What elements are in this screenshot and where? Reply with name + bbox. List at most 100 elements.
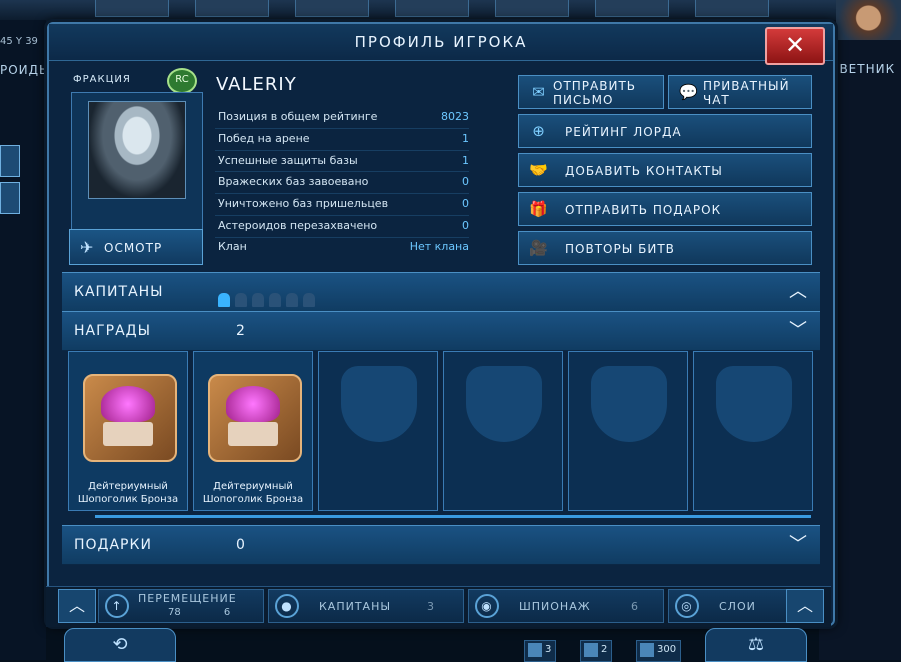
fighter-resource-icon [640, 643, 654, 657]
chevron-up-icon[interactable]: ︿ [58, 589, 96, 623]
drone-resource-icon [584, 643, 598, 657]
crosshair-icon: ⊕ [532, 122, 546, 140]
send-gift-button[interactable]: 🎁 ОТПРАВИТЬ ПОДАРОК [518, 192, 812, 226]
side-collapse-button[interactable] [0, 182, 20, 214]
clan-value[interactable]: Нет клана [410, 236, 469, 258]
awards-grid: Дейтериумный Шопоголик Бронза Дейтериумны… [66, 351, 814, 513]
resource-counter: 300 [636, 640, 682, 662]
top-toolbar-button[interactable] [295, 0, 369, 17]
close-button[interactable]: ✕ [765, 27, 825, 65]
faction-badge-icon: RC [167, 68, 197, 94]
stat-row: Успешные защиты базы 1 [215, 151, 469, 173]
top-toolbar-button[interactable] [695, 0, 769, 17]
top-toolbar-button[interactable] [495, 0, 569, 17]
stat-value: 1 [462, 153, 469, 167]
captain-slot-icon [218, 293, 230, 307]
top-toolbar-button[interactable] [95, 0, 169, 17]
stat-label: Побед на арене [218, 131, 310, 145]
battle-replays-button[interactable]: 🎥 ПОВТОРЫ БИТВ [518, 231, 812, 265]
private-chat-label: ПРИВАТНЫЙ ЧАТ [703, 79, 790, 107]
top-toolbar-button[interactable] [195, 0, 269, 17]
award-placeholder-icon [341, 366, 417, 442]
gifts-title: ПОДАРКИ [74, 537, 152, 553]
add-contacts-button[interactable]: 🤝 ДОБАВИТЬ КОНТАКТЫ [518, 153, 812, 187]
stat-value: 8023 [441, 110, 469, 123]
envelope-icon: ✉ [532, 83, 546, 101]
trade-button[interactable]: ⚖ [705, 628, 807, 662]
captain-slot-icon [303, 293, 315, 307]
awards-count: 2 [236, 323, 246, 339]
award-placeholder-icon [716, 366, 792, 442]
gifts-section-header[interactable]: ПОДАРКИ 0 ﹀ [62, 525, 820, 565]
bottom-bar: ︿ ↑ ПЕРЕМЕЩЕНИЕ 78 6 ● КАПИТАНЫ 3 ◉ ШПИО… [46, 586, 831, 627]
resource-counter: 3 [524, 640, 557, 662]
awards-scrollbar[interactable] [95, 515, 811, 518]
ship-resource-icon [528, 643, 542, 657]
espionage-button[interactable]: ◉ ШПИОНАЖ 6 [468, 589, 664, 623]
award-card[interactable]: Дейтериумный Шопоголик Бронза [193, 351, 313, 511]
gifts-count: 0 [236, 537, 246, 553]
empty-award-slot [318, 351, 438, 511]
add-contacts-label: ДОБАВИТЬ КОНТАКТЫ [565, 164, 723, 178]
awards-section-header[interactable]: НАГРАДЫ 2 ﹀ [62, 311, 820, 351]
captain-slot-icon [269, 293, 281, 307]
chevron-up-icon[interactable]: ︿ [786, 589, 824, 623]
award-name: Дейтериумный Шопоголик Бронза [202, 481, 304, 505]
top-toolbar-background [0, 0, 901, 22]
stat-row: Побед на арене 1 [215, 129, 469, 151]
player-name: VALERIY [216, 74, 297, 95]
top-toolbar-button[interactable] [395, 0, 469, 17]
private-chat-button[interactable]: 💬 ПРИВАТНЫЙ ЧАТ [668, 75, 812, 109]
stat-value: 0 [462, 218, 469, 232]
captains-bar-label: КАПИТАНЫ [319, 600, 392, 613]
stat-row: Астероидов перезахвачено 0 [215, 216, 469, 238]
award-medal-icon [208, 374, 302, 462]
chevron-down-icon[interactable]: ﹀ [789, 312, 808, 350]
award-placeholder-icon [466, 366, 542, 442]
layers-button[interactable]: ◎ СЛОИ [668, 589, 788, 623]
player-profile-dialog: ПРОФИЛЬ ИГРОКА ✕ ФРАКЦИЯ RC ✈ ОСМОТР VAL… [47, 22, 835, 626]
chevron-down-icon[interactable]: ﹀ [789, 526, 808, 564]
right-panel-label: ОВЕТНИК [829, 62, 896, 76]
award-placeholder-icon [591, 366, 667, 442]
advisor-avatar[interactable] [836, 0, 901, 40]
resource-counter: 2 [580, 640, 613, 662]
captain-slot-icon [235, 293, 247, 307]
stat-value: 0 [462, 175, 469, 189]
captain-slot-icon [252, 293, 264, 307]
captain-icon: ● [275, 594, 299, 618]
espionage-label: ШПИОНАЖ [519, 600, 591, 613]
send-gift-label: ОТПРАВИТЬ ПОДАРОК [565, 203, 722, 217]
cube-icon: ⟲ [112, 634, 128, 655]
ship-icon: ✈ [80, 238, 95, 257]
inspect-button[interactable]: ✈ ОСМОТР [69, 229, 203, 265]
chevron-up-icon[interactable]: ︿ [789, 273, 808, 311]
captains-bar-button[interactable]: ● КАПИТАНЫ 3 [268, 589, 464, 623]
captain-slots [218, 284, 320, 307]
stats-table: Позиция в общем рейтинге 8023 Побед на ар… [215, 107, 469, 238]
award-card[interactable]: Дейтериумный Шопоголик Бронза [68, 351, 188, 511]
player-avatar [88, 101, 186, 199]
captains-bar-count: 3 [427, 600, 435, 613]
left-panel-label: РОИДЬ [0, 63, 49, 77]
lord-rating-label: РЕЙТИНГ ЛОРДА [565, 125, 682, 139]
stat-row: Уничтожено баз пришельцев 0 [215, 194, 469, 216]
faction-label: ФРАКЦИЯ [73, 74, 131, 85]
awards-title: НАГРАДЫ [74, 323, 151, 339]
send-mail-label: ОТПРАВИТЬ ПИСЬМО [553, 79, 637, 107]
stat-value: 1 [462, 131, 469, 145]
dialog-title: ПРОФИЛЬ ИГРОКА [49, 24, 833, 61]
inspect-button-label: ОСМОТР [104, 241, 163, 255]
clan-row: Клан Нет клана [215, 236, 469, 258]
top-toolbar-button[interactable] [595, 0, 669, 17]
movement-label: ПЕРЕМЕЩЕНИЕ [138, 592, 237, 605]
side-expand-button[interactable] [0, 145, 20, 177]
movement-icon: ↑ [105, 594, 129, 618]
left-map-panel [0, 20, 46, 660]
lord-rating-button[interactable]: ⊕ РЕЙТИНГ ЛОРДА [518, 114, 812, 148]
clan-label: Клан [218, 240, 247, 253]
captains-section-header[interactable]: КАПИТАНЫ ︿ [62, 272, 820, 312]
base-switch-button[interactable]: ⟲ [64, 628, 176, 662]
chat-icon: 💬 [679, 83, 699, 101]
send-mail-button[interactable]: ✉ ОТПРАВИТЬ ПИСЬМО [518, 75, 664, 109]
